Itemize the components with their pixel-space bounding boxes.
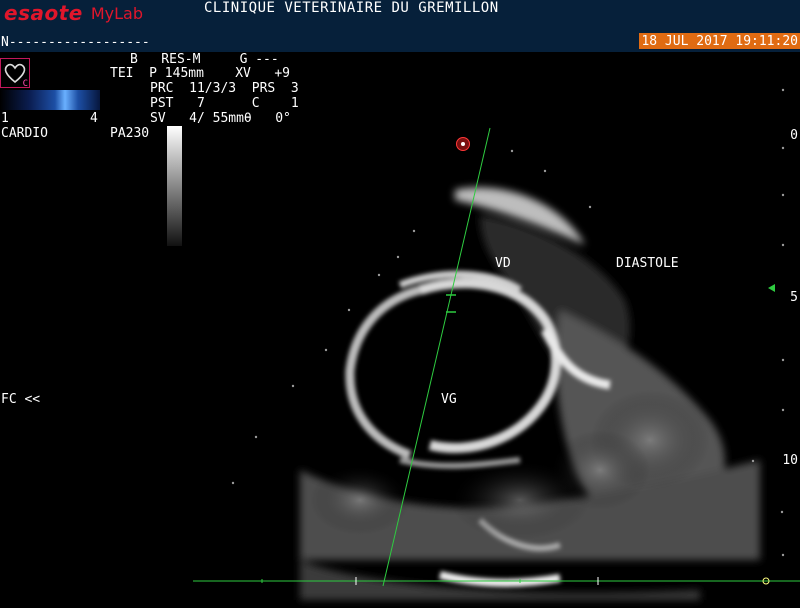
depth-scale-0: 0 xyxy=(790,128,798,143)
ultrasound-image xyxy=(193,88,800,600)
label-diastole: DIASTOLE xyxy=(616,256,679,271)
label-vd: VD xyxy=(495,256,511,271)
focus-marker-icon[interactable] xyxy=(768,284,775,292)
probe-orientation-icon xyxy=(456,137,470,151)
depth-scale-5: 5 xyxy=(790,290,798,305)
fc-indicator: FC << xyxy=(1,392,41,407)
depth-scale-10: 10 xyxy=(782,453,798,468)
label-vg: VG xyxy=(441,392,457,407)
